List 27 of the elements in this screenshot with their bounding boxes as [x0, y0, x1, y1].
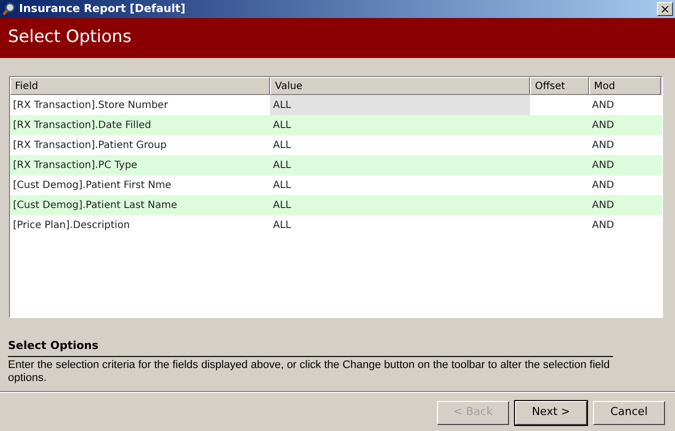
table-cell[interactable]: AND [589, 215, 661, 235]
close-button[interactable]: × [657, 2, 673, 16]
table-cell[interactable]: AND [589, 135, 661, 155]
help-title: Select Options [8, 338, 613, 356]
table-cell[interactable]: [Price Plan].Description [10, 215, 270, 235]
table-cell[interactable]: [Cust Demog].Patient First Nme [10, 175, 270, 195]
magnifier-icon [2, 2, 16, 16]
table-cell[interactable]: AND [589, 95, 661, 115]
table-cell[interactable]: [Cust Demog].Patient Last Name [10, 195, 270, 215]
table-cell[interactable]: [RX Transaction].PC Type [10, 155, 270, 175]
table-cell[interactable]: [RX Transaction].Date Filled [10, 115, 270, 135]
next-button[interactable]: Next > [515, 400, 587, 424]
table-cell[interactable]: AND [589, 195, 661, 215]
column-header[interactable]: Mod [589, 77, 661, 95]
table-cell[interactable]: ALL [270, 95, 530, 115]
table-cell[interactable]: [RX Transaction].Store Number [10, 95, 270, 115]
window-title: Insurance Report [Default] [19, 0, 186, 17]
page-title: Select Options [8, 26, 132, 50]
column-header[interactable]: Offset [530, 77, 589, 95]
table-cell[interactable]: AND [589, 175, 661, 195]
column-header[interactable]: Field [10, 77, 270, 95]
cancel-button[interactable]: Cancel [593, 400, 665, 424]
table-cell[interactable]: AND [589, 155, 661, 175]
column-header[interactable]: Value [270, 77, 530, 95]
help-text: Enter the selection criteria for the fields displayed above, or click the Change button on the toolbar to alter the selection field options. [8, 358, 611, 384]
table-cell[interactable]: [RX Transaction].Patient Group [10, 135, 270, 155]
table-cell[interactable]: AND [589, 115, 661, 135]
